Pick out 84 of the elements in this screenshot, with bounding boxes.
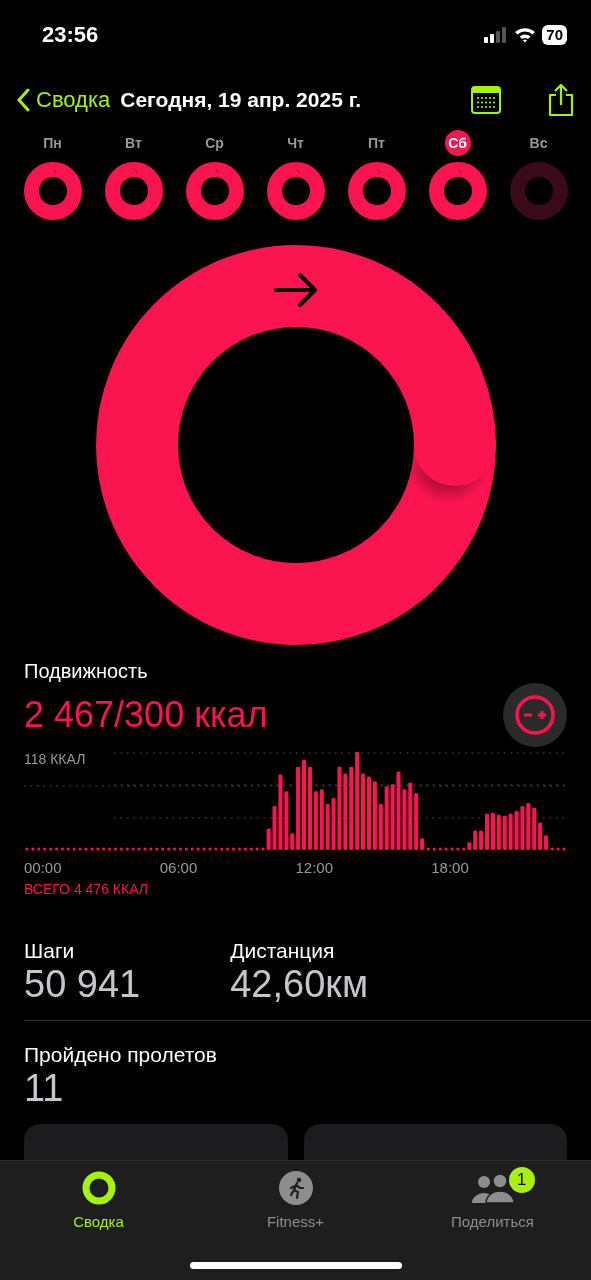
chart-dot bbox=[25, 847, 29, 851]
chart-dot bbox=[220, 847, 224, 851]
day-item[interactable]: Ср bbox=[174, 130, 255, 220]
chart-dot bbox=[108, 847, 112, 851]
chart-dot bbox=[556, 847, 560, 851]
chart-dot bbox=[114, 847, 117, 851]
chart-dot bbox=[137, 847, 141, 851]
chart-dot bbox=[444, 847, 448, 851]
chart-dot bbox=[60, 847, 64, 851]
chart-dot bbox=[90, 847, 94, 851]
chart-dot bbox=[84, 847, 88, 851]
signal-icon bbox=[484, 27, 509, 43]
chart-dot bbox=[131, 847, 135, 851]
notification-badge: 1 bbox=[508, 1167, 535, 1193]
runner-icon bbox=[278, 1171, 313, 1205]
chart-dot bbox=[31, 847, 35, 851]
chart-dot bbox=[438, 847, 442, 851]
stat-label: Шаги bbox=[24, 939, 76, 963]
stat-value: 50 941 bbox=[24, 963, 141, 1006]
date-title: Сегодня, 19 апр. 2025 г. bbox=[120, 88, 363, 112]
chart-dot bbox=[208, 847, 212, 851]
chevron-icon bbox=[16, 88, 30, 112]
chart-dot bbox=[178, 847, 182, 851]
chart-dot bbox=[196, 847, 200, 851]
chart-dot bbox=[72, 847, 76, 851]
chart-dot bbox=[226, 847, 230, 851]
tab-item[interactable]: Сводка bbox=[0, 1171, 197, 1230]
ring-icon bbox=[81, 1171, 116, 1205]
time-label: 18:00 bbox=[431, 859, 469, 876]
chart-dot bbox=[167, 847, 171, 851]
chart-dot bbox=[550, 847, 554, 851]
chart-dot bbox=[119, 847, 123, 851]
day-item[interactable]: Вт bbox=[93, 130, 174, 220]
chart-dot bbox=[432, 847, 436, 851]
day-item[interactable]: Пт bbox=[336, 130, 417, 220]
chart-dot bbox=[202, 847, 206, 851]
chart-dot bbox=[456, 847, 460, 851]
total-calories: ВСЕГО 4 476 ККАЛ bbox=[24, 881, 149, 897]
time-label: 06:00 bbox=[159, 859, 198, 876]
time-label: 00:00 bbox=[24, 859, 62, 876]
stat-label: Дистанция bbox=[230, 939, 336, 963]
status-time: 23:56 bbox=[42, 22, 99, 48]
stat-value: 11 bbox=[24, 1067, 65, 1110]
share-icon[interactable] bbox=[547, 83, 575, 117]
chart-dot bbox=[462, 847, 466, 851]
wifi-icon bbox=[514, 27, 537, 43]
chart-dot bbox=[261, 847, 265, 851]
chart-dot bbox=[190, 847, 194, 851]
calendar-icon[interactable] bbox=[471, 86, 501, 114]
move-value: 2 467/300 ккал bbox=[24, 694, 268, 736]
chart-dot bbox=[37, 847, 41, 851]
move-title: Подвижность bbox=[24, 660, 149, 683]
chart-dot bbox=[426, 847, 430, 851]
chart-dot bbox=[43, 847, 47, 851]
chart-dot bbox=[214, 847, 218, 851]
chart-dot bbox=[243, 847, 247, 851]
chart-dot bbox=[562, 847, 566, 851]
chart-dot bbox=[184, 847, 188, 851]
battery-level: 70 bbox=[542, 25, 567, 45]
chart-dot bbox=[249, 847, 253, 851]
axis-label: 118 ККАЛ bbox=[24, 751, 86, 767]
tab-item[interactable]: Fitness+ bbox=[197, 1171, 394, 1230]
chart-dot bbox=[255, 847, 259, 851]
chart-dot bbox=[161, 847, 165, 851]
chart-dot bbox=[173, 847, 176, 851]
chart-dot bbox=[450, 847, 454, 851]
stat-label: Пройдено пролетов bbox=[24, 1043, 218, 1067]
day-item[interactable]: Вс bbox=[498, 130, 579, 220]
chart-dot bbox=[102, 847, 106, 851]
people-icon bbox=[469, 1171, 516, 1205]
chart-dot bbox=[78, 847, 82, 851]
chart-dot bbox=[143, 847, 147, 851]
chart-dot bbox=[66, 847, 70, 851]
day-item[interactable]: Чт bbox=[255, 130, 336, 220]
day-item[interactable]: Сб bbox=[417, 130, 498, 220]
chart-dot bbox=[149, 847, 153, 851]
back-button[interactable]: Сводка bbox=[16, 87, 111, 113]
goal-adjust-icon bbox=[513, 693, 557, 737]
stat-value: 42,60км bbox=[230, 963, 369, 1006]
chart-dot bbox=[125, 847, 129, 851]
chart-dot bbox=[96, 847, 100, 851]
time-label: 12:00 bbox=[295, 859, 334, 876]
chart-dot bbox=[155, 847, 159, 851]
day-item[interactable]: Пн bbox=[12, 130, 93, 220]
